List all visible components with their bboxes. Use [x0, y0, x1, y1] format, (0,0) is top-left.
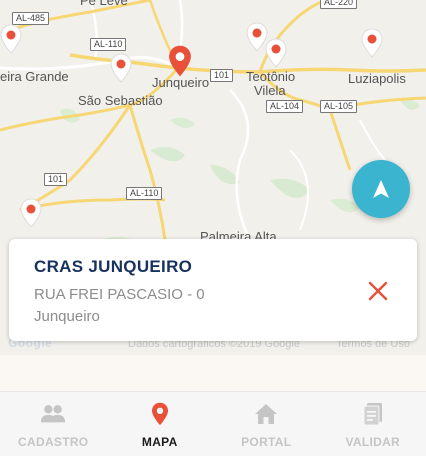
road-shield: AL-110: [126, 187, 163, 200]
road-shield: AL-105: [320, 100, 358, 113]
locate-button[interactable]: [352, 160, 410, 218]
road-shield: AL-220: [320, 0, 358, 9]
navigation-arrow-icon: [373, 180, 389, 198]
tab-validar[interactable]: VALIDAR: [320, 392, 426, 456]
tab-portal[interactable]: PORTAL: [213, 392, 320, 456]
place-info-card: CRAS JUNQUEIRO RUA FREI PASCASIO - 0 Jun…: [9, 239, 417, 341]
location-marker[interactable]: [0, 24, 22, 54]
town-label: eira Grande: [0, 69, 69, 84]
road-shield: 101: [210, 69, 234, 82]
app-screen: eira Grande São Sebastião Junqueiro Teot…: [0, 0, 426, 456]
tab-cadastro[interactable]: CADASTRO: [0, 392, 107, 456]
tab-label: MAPA: [141, 435, 178, 449]
location-marker[interactable]: [20, 198, 42, 228]
location-marker[interactable]: [361, 28, 383, 58]
road-shield: AL-110: [90, 38, 127, 51]
tab-label: VALIDAR: [345, 435, 401, 449]
tab-mapa[interactable]: MAPA: [107, 392, 214, 456]
road-shield: 101: [44, 173, 68, 186]
close-icon: [368, 281, 388, 301]
place-address: RUA FREI PASCASIO - 0: [34, 286, 205, 303]
road-shield: AL-104: [266, 100, 304, 113]
place-city: Junqueiro: [34, 308, 100, 325]
location-marker[interactable]: [110, 53, 132, 83]
bottom-tab-bar: CADASTRO MAPA PORTAL VALIDAR: [0, 391, 426, 456]
town-label: Teotônio: [246, 69, 296, 84]
map-pin-icon: [147, 402, 173, 426]
location-marker[interactable]: [265, 38, 287, 68]
home-icon: [253, 402, 279, 426]
close-card-button[interactable]: [366, 279, 390, 303]
town-label: Vilela: [254, 83, 286, 98]
place-title: CRAS JUNQUEIRO: [34, 257, 193, 276]
selected-location-marker[interactable]: [168, 44, 191, 77]
town-label: Luziapolis: [348, 71, 406, 86]
tab-label: CADASTRO: [18, 435, 89, 449]
town-label: São Sebastião: [78, 93, 163, 108]
tab-label: PORTAL: [241, 435, 292, 449]
town-label: Pé Leve: [80, 0, 128, 8]
users-icon: [40, 402, 66, 426]
document-icon: [360, 402, 386, 426]
